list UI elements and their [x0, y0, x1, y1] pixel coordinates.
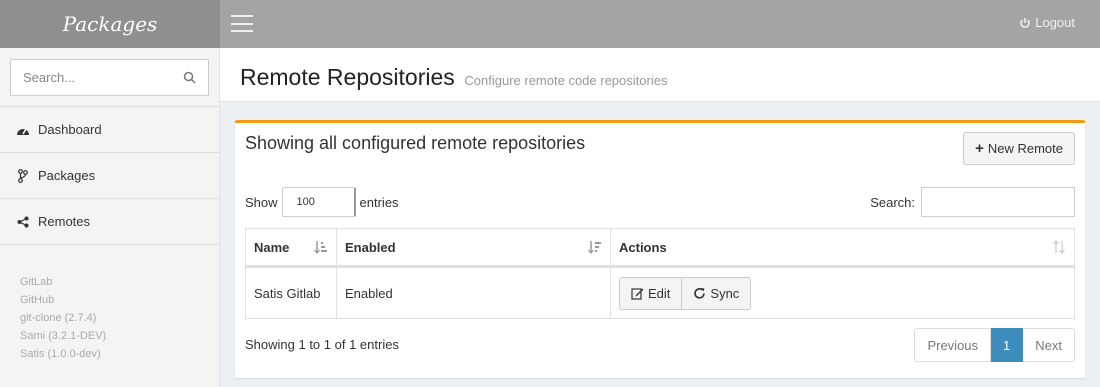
version-item: Satis (1.0.0-dev) [20, 348, 101, 360]
pagination-previous[interactable]: Previous [914, 328, 992, 362]
sidebar-item-label: Packages [38, 168, 96, 183]
cell-name: Satis Gitlab [245, 266, 337, 319]
search-label: Search: [870, 194, 915, 210]
brand-logo[interactable]: Packages [0, 0, 220, 48]
column-header-enabled[interactable]: Enabled [336, 228, 611, 268]
column-header-label: Name [254, 239, 290, 255]
column-header-actions[interactable]: Actions [610, 228, 1075, 268]
column-header-name[interactable]: Name [245, 228, 337, 268]
sync-label: Sync [710, 285, 740, 301]
version-list: GitLab GitHub git-clone (2.7.4) Sami (3.… [0, 245, 219, 363]
remotes-table: Name Enabled Actions Satis Gitlab Enable… [245, 228, 1075, 319]
search-placeholder: Search... [23, 70, 76, 85]
version-item: GitHub [20, 294, 55, 306]
table-row: Satis Gitlab Enabled Edit Sync [245, 266, 1075, 319]
version-item: git-clone (2.7.4) [20, 312, 97, 324]
column-header-label: Enabled [345, 239, 396, 255]
show-label: Show [245, 194, 278, 210]
entries-per-page-value: 100 [296, 196, 315, 208]
page-title: Remote Repositories [240, 64, 455, 90]
plus-icon: + [975, 140, 984, 157]
pagination-next[interactable]: Next [1023, 328, 1075, 362]
remotes-box: Showing all configured remote repositori… [235, 120, 1085, 378]
refresh-icon [694, 287, 706, 299]
search-icon[interactable] [183, 71, 196, 84]
dashboard-icon [15, 122, 30, 137]
sidebar-item-label: Remotes [38, 214, 91, 229]
edit-icon [631, 287, 644, 300]
entries-length-control: Show 100 entries [245, 187, 399, 217]
new-remote-label: New Remote [987, 141, 1063, 156]
column-header-label: Actions [619, 239, 667, 255]
pagination-page-1[interactable]: 1 [991, 328, 1024, 362]
power-icon [1020, 17, 1030, 28]
edit-label: Edit [648, 285, 671, 301]
entries-per-page-select[interactable]: 100 [281, 187, 356, 217]
branch-icon [15, 168, 30, 183]
new-remote-button[interactable]: + New Remote [963, 132, 1075, 165]
table-info: Showing 1 to 1 of 1 entries [245, 337, 399, 352]
sidebar-search-input[interactable]: Search... [10, 59, 209, 96]
content-header: Remote Repositories Configure remote cod… [220, 48, 1100, 102]
entries-label: entries [359, 194, 399, 210]
sort-asc-icon [314, 241, 327, 254]
table-filter: Search: [870, 187, 1075, 217]
logout-link[interactable]: Logout [1019, 15, 1075, 30]
sort-icon [588, 241, 601, 254]
box-title: Showing all configured remote repositori… [245, 133, 586, 153]
action-button-group: Edit Sync [619, 276, 752, 310]
cell-actions: Edit Sync [610, 266, 1075, 319]
version-item: GitLab [20, 276, 53, 288]
sidebar-item-remotes[interactable]: Remotes [0, 199, 219, 245]
menu-toggle-icon[interactable] [231, 15, 253, 32]
cell-enabled: Enabled [336, 266, 611, 319]
sort-both-icon [1053, 240, 1065, 254]
table-search-input[interactable] [921, 187, 1075, 217]
page-subtitle: Configure remote code repositories [464, 73, 668, 88]
sidebar-item-label: Dashboard [38, 122, 102, 137]
edit-button[interactable]: Edit [619, 276, 683, 310]
sync-button[interactable]: Sync [682, 276, 752, 310]
sidebar: Search... Dashboard Packages Remotes Git… [0, 48, 220, 387]
top-navbar: Logout [220, 0, 1100, 48]
version-item: Sami (3.2.1-DEV) [20, 330, 107, 342]
logout-label: Logout [1035, 15, 1075, 30]
pagination: Previous 1 Next [914, 328, 1075, 362]
sidebar-item-dashboard[interactable]: Dashboard [0, 107, 219, 153]
sidebar-item-packages[interactable]: Packages [0, 153, 219, 199]
share-icon [15, 214, 30, 229]
